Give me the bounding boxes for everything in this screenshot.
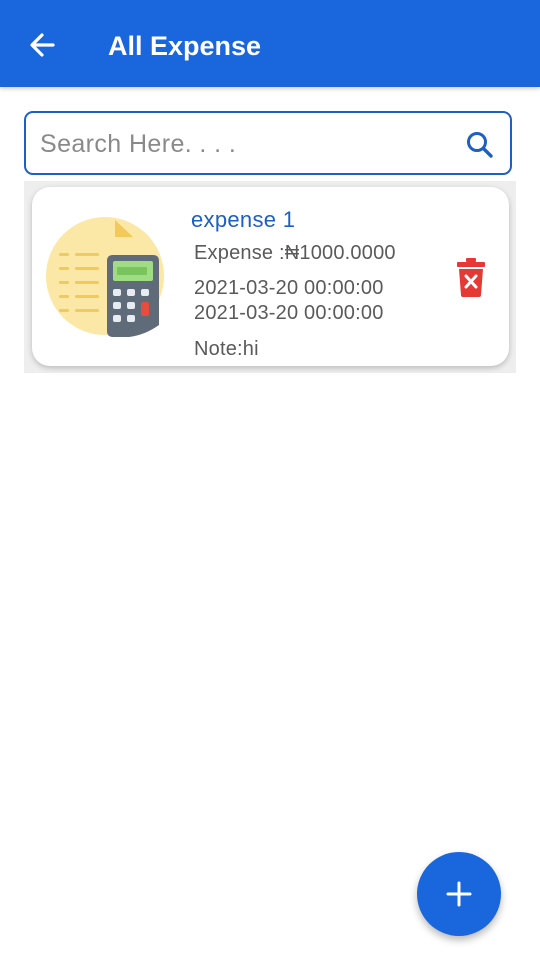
plus-icon — [446, 881, 472, 907]
trash-icon[interactable] — [457, 257, 485, 297]
expense-start-date: 2021-03-20 00:00:00 — [194, 277, 384, 299]
back-button[interactable] — [22, 25, 62, 65]
receipt-calculator-icon — [46, 217, 164, 337]
add-expense-button[interactable] — [417, 852, 501, 936]
expense-note: Note:hi — [194, 338, 259, 360]
expense-end-date: 2021-03-20 00:00:00 — [194, 302, 384, 324]
expense-title: expense 1 — [191, 207, 296, 232]
search-bar — [24, 111, 512, 175]
expense-card[interactable]: expense 1 Expense :₦1000.0000 2021-03-20… — [32, 187, 509, 366]
arrow-left-icon — [30, 33, 55, 57]
page-title: All Expense — [108, 31, 262, 61]
app-bar: All Expense — [0, 0, 540, 87]
search-icon[interactable] — [464, 129, 496, 161]
expense-amount: Expense :₦1000.0000 — [194, 242, 396, 264]
search-input[interactable] — [38, 121, 452, 167]
